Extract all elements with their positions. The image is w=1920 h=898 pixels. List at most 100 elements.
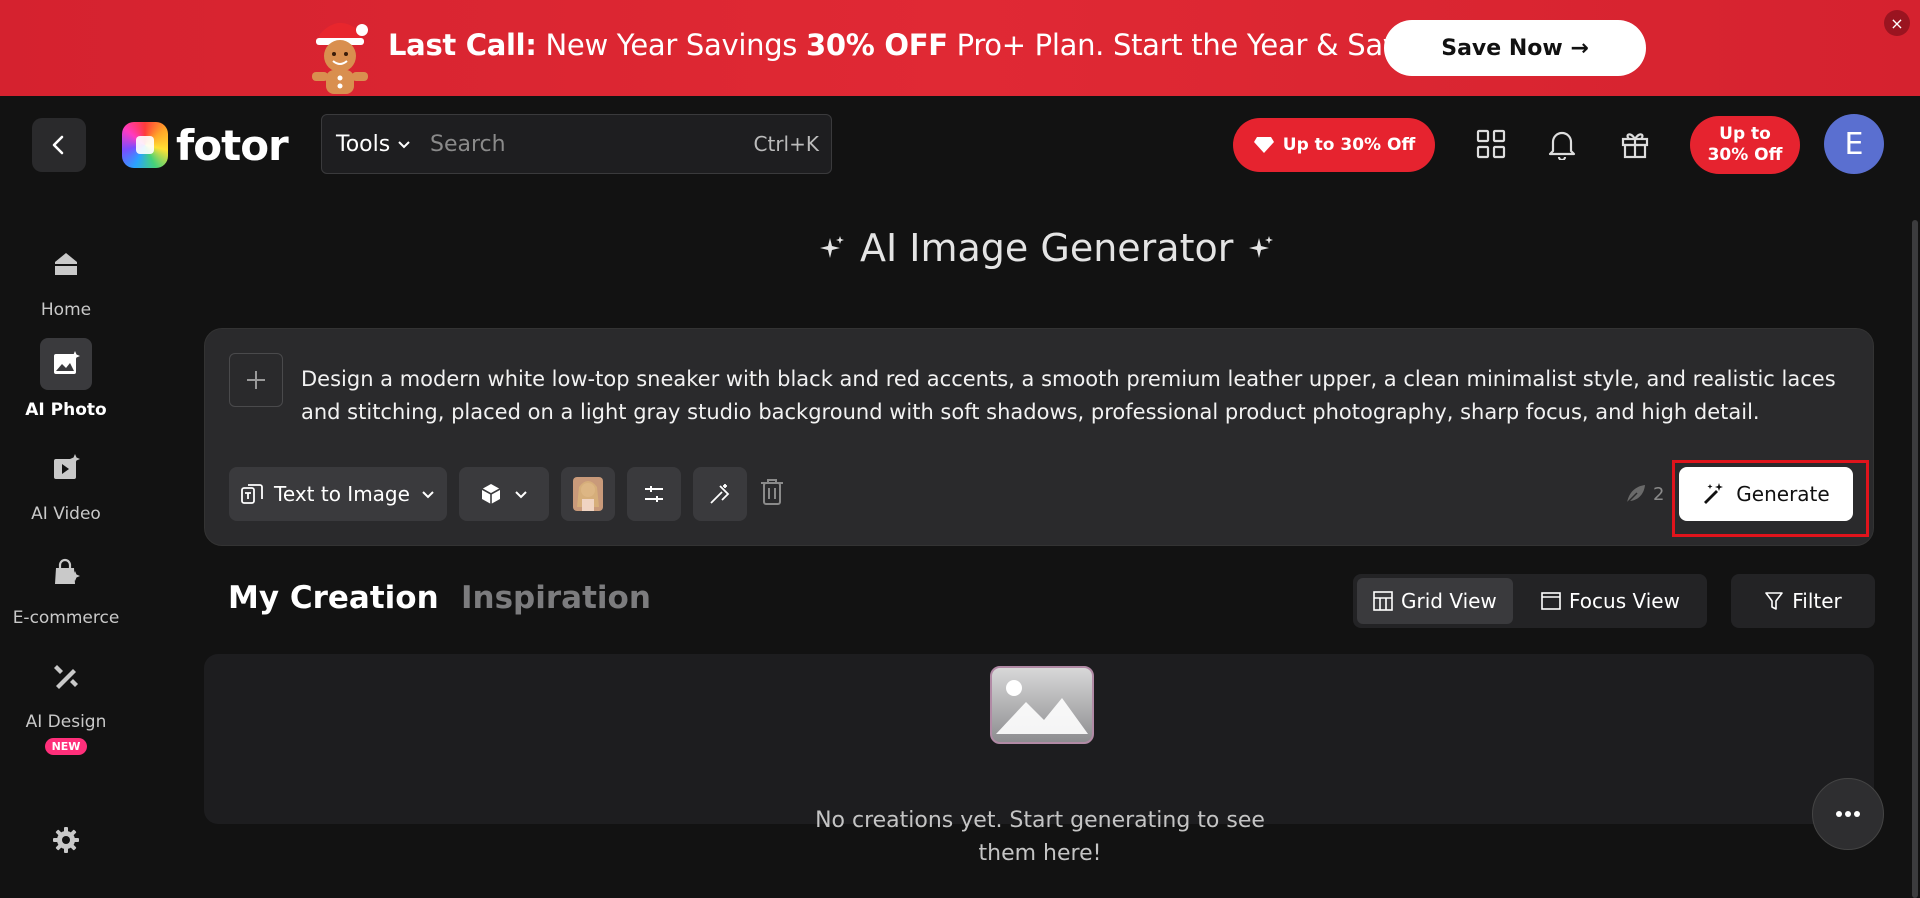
clear-prompt-button[interactable] — [759, 477, 785, 511]
sidebar-item-e-commerce[interactable]: E-commerce — [0, 546, 132, 628]
credit-cost-value: 2 — [1653, 483, 1665, 505]
more-dots-icon — [1836, 811, 1860, 817]
magic-wand-icon — [710, 484, 730, 504]
sidebar-item-ai-photo[interactable]: AI Photo — [0, 338, 132, 420]
page-title: AI Image Generator — [818, 226, 1275, 270]
sidebar-item-home[interactable]: Home — [0, 238, 132, 320]
magic-enhance-button[interactable] — [693, 467, 747, 521]
promo-offer: 30% OFF — [806, 28, 948, 62]
filter-label: Filter — [1792, 589, 1842, 613]
style-thumbnail-icon — [573, 477, 603, 511]
sidebar-label-ai-photo: AI Photo — [25, 400, 107, 420]
gear-icon — [53, 827, 79, 853]
page-title-text: AI Image Generator — [860, 226, 1234, 270]
more-options-button[interactable] — [1812, 778, 1884, 850]
sidebar-label-home: Home — [40, 300, 92, 320]
trash-icon — [761, 479, 783, 505]
discount-pill-button[interactable]: Up to 30% Off — [1233, 118, 1435, 172]
promo-banner: Last Call: New Year Savings 30% OFF Pro+… — [0, 0, 1920, 96]
logo-text: fotor — [176, 120, 289, 170]
plus-icon — [247, 371, 265, 389]
promo-text-2: Pro+ Plan. Start the Year & Save! — [947, 28, 1429, 62]
magic-wand-icon — [1704, 483, 1724, 504]
upgrade-discount-button[interactable]: Up to 30% Off — [1690, 116, 1800, 174]
promo-lead: Last Call: — [388, 28, 537, 62]
sidebar-label-ai-design: AI Design — [25, 712, 107, 732]
bell-icon — [1548, 131, 1576, 160]
upgrade-line-2: 30% Off — [1707, 145, 1783, 165]
prompt-textarea[interactable]: Design a modern white low-top sneaker wi… — [301, 363, 1841, 429]
home-icon — [40, 238, 92, 290]
cube-icon — [481, 484, 501, 504]
search-bar: Tools Ctrl+K — [321, 114, 832, 174]
settings-adjust-button[interactable] — [627, 467, 681, 521]
save-now-button[interactable]: Save Now → — [1384, 20, 1646, 76]
gift-icon — [1621, 133, 1649, 159]
shopping-bag-icon — [40, 546, 92, 598]
apps-grid-icon — [1476, 129, 1506, 159]
empty-state-message: No creations yet. Start generating to se… — [815, 808, 1265, 866]
promo-text-1: New Year Savings — [536, 28, 807, 62]
focus-view-button[interactable]: Focus View — [1525, 578, 1696, 624]
user-avatar[interactable]: E — [1824, 114, 1884, 174]
chevron-left-icon — [52, 135, 64, 155]
grid-view-label: Grid View — [1401, 589, 1497, 613]
chevron-down-icon — [515, 491, 527, 499]
tab-my-creation[interactable]: My Creation — [228, 580, 439, 616]
prompt-card: Design a modern white low-top sneaker wi… — [204, 328, 1874, 546]
fotor-logo[interactable]: fotor — [122, 120, 289, 170]
search-input[interactable] — [422, 131, 754, 157]
generate-button[interactable]: Generate — [1679, 467, 1853, 521]
generate-label: Generate — [1736, 482, 1830, 506]
mode-label: Text to Image — [274, 482, 410, 506]
left-sidebar: Home AI Photo AI Video E-commerce AI Des… — [0, 196, 132, 898]
diamond-icon — [1253, 137, 1274, 153]
close-banner-button[interactable]: × — [1884, 10, 1910, 36]
grid-view-icon — [1373, 591, 1393, 611]
text-to-image-icon — [241, 484, 263, 504]
focus-view-label: Focus View — [1569, 589, 1680, 613]
apps-grid-button[interactable] — [1473, 126, 1509, 162]
top-header: fotor Tools Ctrl+K Up to 30% Off Up to30… — [0, 96, 1920, 196]
sidebar-item-ai-design[interactable]: AI Design NEW — [0, 650, 132, 755]
avatar-initial: E — [1844, 126, 1864, 162]
chevron-down-icon — [398, 141, 410, 149]
ai-photo-icon — [40, 338, 92, 390]
leaf-icon — [1626, 485, 1645, 504]
mode-dropdown[interactable]: Text to Image — [229, 467, 447, 521]
discount-pill-label: Up to 30% Off — [1282, 135, 1416, 155]
back-button[interactable] — [32, 118, 86, 172]
sparkle-left-icon — [820, 236, 844, 258]
gift-button[interactable] — [1617, 126, 1653, 162]
tools-label: Tools — [336, 131, 391, 157]
notifications-button[interactable] — [1544, 126, 1580, 162]
gingerbread-mascot-icon — [312, 22, 368, 94]
sparkle-right-icon — [1249, 236, 1274, 258]
new-badge: NEW — [44, 738, 88, 755]
tab-inspiration[interactable]: Inspiration — [461, 580, 651, 616]
ai-video-icon — [40, 442, 92, 494]
upgrade-line-1: Up to — [1719, 124, 1771, 144]
page-scrollbar[interactable] — [1912, 220, 1918, 898]
empty-image-placeholder-icon — [990, 666, 1094, 744]
view-toggle: Grid View Focus View — [1353, 574, 1707, 628]
ai-design-icon — [40, 650, 92, 702]
style-reference-button[interactable] — [561, 467, 615, 521]
grid-view-button[interactable]: Grid View — [1357, 578, 1513, 624]
tools-dropdown[interactable]: Tools — [322, 132, 422, 157]
close-icon: × — [1890, 13, 1904, 33]
filter-icon — [1765, 592, 1784, 610]
sliders-icon — [645, 486, 663, 502]
sidebar-label-ai-video: AI Video — [31, 504, 101, 524]
model-dropdown[interactable] — [459, 467, 549, 521]
chevron-down-icon — [422, 491, 434, 499]
focus-view-icon — [1541, 592, 1561, 610]
credit-cost: 2 — [1625, 483, 1664, 505]
settings-button[interactable] — [0, 826, 132, 854]
logo-mark-icon — [122, 122, 168, 168]
sidebar-item-ai-video[interactable]: AI Video — [0, 442, 132, 524]
sidebar-label-e-commerce: E-commerce — [12, 608, 120, 628]
add-reference-button[interactable] — [229, 353, 283, 407]
promo-text: Last Call: New Year Savings 30% OFF Pro+… — [388, 28, 1429, 62]
filter-button[interactable]: Filter — [1731, 574, 1875, 628]
